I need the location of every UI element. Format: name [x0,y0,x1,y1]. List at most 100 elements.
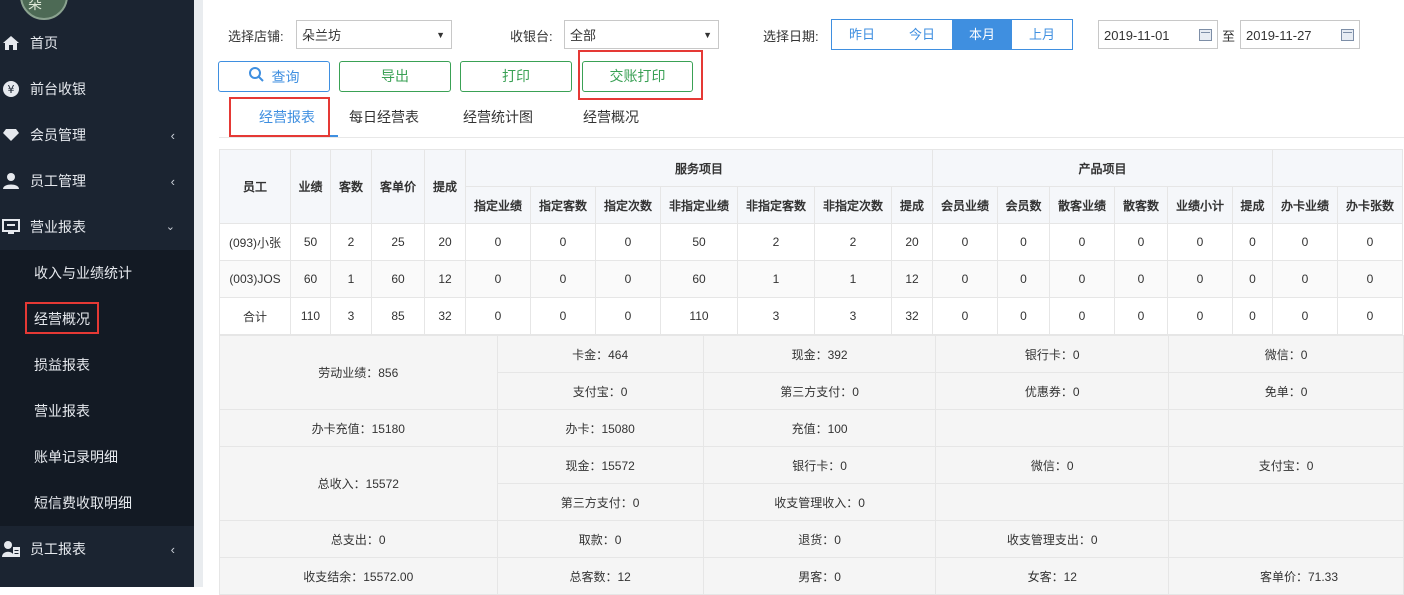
table-cell: 12 [891,260,933,298]
sub-item-profit-loss[interactable]: 损益报表 [0,342,194,388]
date-separator: 至 [1222,29,1236,44]
col-group-product: 产品项目 [932,149,1273,187]
sub-item-overview[interactable]: 经营概况 [0,296,194,342]
table-cell: 2 [737,223,815,261]
monitor-icon [1,217,21,237]
table-cell: 0 [1337,223,1403,261]
col-header: 散客业绩 [1049,186,1115,224]
col-customers: 客数 [330,149,372,224]
nav-item-business-report[interactable]: 营业报表 ⌄ [0,204,194,250]
table-cell: 2 [814,223,892,261]
col-group-service: 服务项目 [465,149,933,187]
summary-balance: 收支结余：15572.00 [219,557,498,595]
table-cell: 0 [932,223,998,261]
summary-empty [1168,520,1404,558]
sub-item-sms-fee[interactable]: 短信费收取明细 [0,480,194,526]
table-cell: 0 [1272,260,1338,298]
table-cell: 0 [1232,297,1273,335]
home-icon [1,33,21,53]
report-tabs: 经营报表 每日经营表 经营统计图 经营概况 [219,100,1404,138]
table-cell: 12 [424,260,466,298]
row-employee-cell: (003)JOS [219,260,291,298]
table-cell: 0 [1337,297,1403,335]
summary-wechat: 微信：0 [1168,335,1404,373]
query-label: 查询 [271,68,300,85]
nav-label: 首页 [30,35,58,51]
table-cell: 60 [371,260,425,298]
table-cell: 0 [997,223,1050,261]
caret-down-icon: ▼ [436,30,445,40]
summary-empty [1168,483,1404,521]
end-date-value: 2019-11-27 [1246,28,1312,43]
nav-item-home[interactable]: 首页 [0,20,194,66]
table-cell: 0 [595,297,661,335]
store-select-value: 朵兰坊 [302,28,342,43]
col-header: 指定次数 [595,186,661,224]
table-cell: 0 [1272,223,1338,261]
col-header: 会员业绩 [932,186,998,224]
sub-item-income-stats[interactable]: 收入与业绩统计 [0,250,194,296]
summary-bank-card: 银行卡：0 [935,335,1170,373]
nav-item-member[interactable]: 会员管理 ‹ [0,112,194,158]
col-header: 指定业绩 [465,186,531,224]
store-select[interactable]: 朵兰坊 ▼ [296,20,452,49]
diamond-icon [1,125,21,145]
chevron-left-icon: ‹ [170,542,175,557]
range-last-month-button[interactable]: 上月 [1012,20,1072,49]
col-header: 非指定业绩 [660,186,738,224]
table-cell: 20 [424,223,466,261]
range-yesterday-button[interactable]: 昨日 [832,20,892,49]
col-header: 非指定次数 [814,186,892,224]
cashier-label: 收银台: [510,29,553,44]
col-header: 非指定客数 [737,186,815,224]
table-cell: 32 [424,297,466,335]
report-table: 员工 业绩 客数 客单价 提成 服务项目 产品项目 指定业绩 指定客数 指定次数… [219,149,1403,335]
summary-recharge-total: 办卡充值：15180 [219,409,498,447]
col-header: 提成 [1232,186,1273,224]
calendar-icon[interactable] [1199,29,1212,41]
col-employee: 员工 [219,149,291,224]
summary-withdraw: 取款：0 [496,520,704,558]
nav-label: 前台收银 [30,81,86,97]
summary-income-wechat: 微信：0 [935,446,1170,484]
summary-card-amount: 卡金：464 [496,335,704,373]
nav-item-staff-report[interactable]: 员工报表 ‹ [0,526,194,572]
cashier-select-value: 全部 [570,28,597,43]
tab-stats-chart[interactable]: 经营统计图 [451,100,545,137]
start-date-input[interactable]: 2019-11-01 [1098,20,1218,49]
table-cell: 0 [595,223,661,261]
query-button[interactable]: 查询 [218,61,330,92]
nav-item-front-cashier[interactable]: ¥ 前台收银 [0,66,194,112]
col-avg-price: 客单价 [371,149,425,224]
print-button[interactable]: 打印 [460,61,572,92]
summary-expense-total: 总支出：0 [219,520,498,558]
sub-item-bill-detail[interactable]: 账单记录明细 [0,434,194,480]
nav-label: 会员管理 [30,127,86,143]
summary-open-card: 办卡：15080 [496,409,704,447]
tab-daily-report[interactable]: 每日经营表 [337,100,431,137]
cashier-select[interactable]: 全部 ▼ [564,20,719,49]
table-cell: 0 [530,223,596,261]
end-date-input[interactable]: 2019-11-27 [1240,20,1360,49]
calendar-icon[interactable] [1341,29,1354,41]
table-row: (003)JOS 60 1 60 12 0 0 0 60 1 1 12 0 0 0 0 0 0 0 0 [219,260,1403,298]
tab-overview[interactable]: 经营概况 [564,100,658,137]
table-cell: 0 [1272,297,1338,335]
highlight-box [229,97,330,137]
summary-table: 劳动业绩：856 卡金：464 现金：392 银行卡：0 微信：0 支付宝：0 … [219,335,1404,595]
table-cell: 0 [530,297,596,335]
nav-item-staff[interactable]: 员工管理 ‹ [0,158,194,204]
table-cell: 3 [737,297,815,335]
export-button[interactable]: 导出 [339,61,451,92]
table-cell: 0 [530,260,596,298]
sub-item-business-report[interactable]: 营业报表 [0,388,194,434]
summary-income-third: 第三方支付：0 [496,483,704,521]
table-cell: 0 [932,260,998,298]
nav-label: 员工管理 [30,173,86,189]
summary-third-party: 第三方支付：0 [702,372,937,410]
table-cell: 2 [330,223,372,261]
range-today-button[interactable]: 今日 [892,20,952,49]
date-label: 选择日期: [763,29,819,44]
sidebar-scrollbar[interactable] [194,0,203,587]
range-this-month-button[interactable]: 本月 [952,20,1012,49]
